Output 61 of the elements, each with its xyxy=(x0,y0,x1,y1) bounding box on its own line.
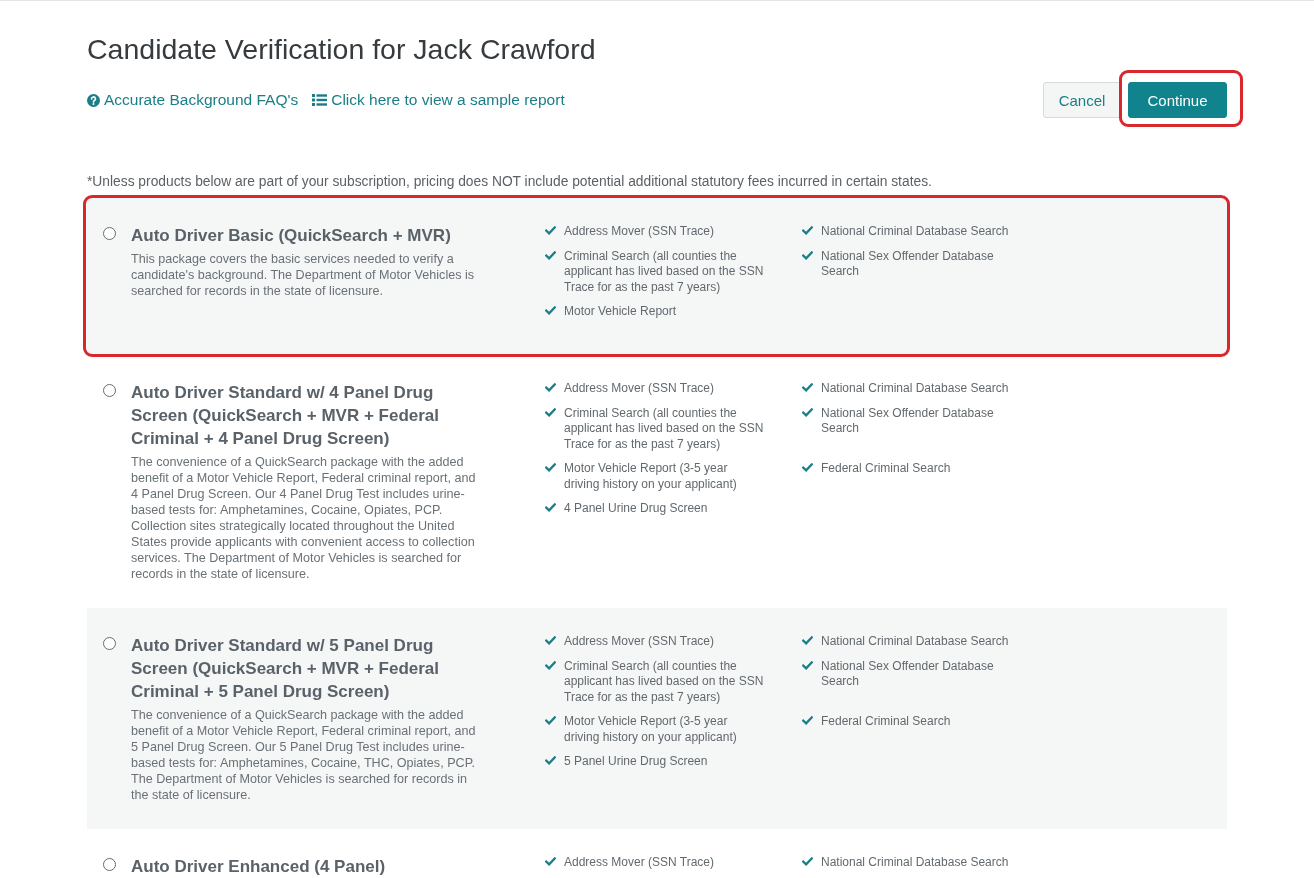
check-icon xyxy=(802,383,813,392)
check-icon xyxy=(545,857,556,866)
check-icon xyxy=(545,226,556,235)
check-icon xyxy=(545,250,556,260)
package-description: This package covers the basic services needed to verify a candidate's background. The Department of Motor Vehicles is searched for records in the state of licensure. xyxy=(131,251,476,299)
feature-label: National Sex Offender Database Search xyxy=(821,658,995,690)
check-icon xyxy=(545,306,556,315)
radio-button[interactable] xyxy=(103,858,116,871)
link[interactable]: Click here to view a sample report xyxy=(312,91,565,109)
pricing-note: *Unless products below are part of your subscription, pricing does NOT include potential additional statutory fees incurred in certain states. xyxy=(87,174,933,190)
feature-label: Criminal Search (all counties the applicant has lived based on the SSN Trace for as the past 7 years) xyxy=(564,405,764,452)
check-icon xyxy=(802,716,813,725)
package-description: The convenience of a QuickSearch package with the added benefit of a Motor Vehicle Report, Federal criminal report, and 4 Panel Drug Screen. Our 4 Panel Drug Test includes urine-based tests for: Amphetamines, Cocaine, Opiates, PCP. Collection sites strategically located throughout the United States provide applicants with convenient access to collection services. The Department of Motor Vehicles is searched for records in the state of licensure. xyxy=(131,454,477,582)
package-title: Auto Driver Standard w/ 5 Panel Drug Screen (QuickSearch + MVR + Federal Criminal + 5 Panel Drug Screen) xyxy=(131,635,441,703)
check-icon xyxy=(802,250,813,260)
check-icon xyxy=(802,636,813,645)
feature-label: National Sex Offender Database Search xyxy=(821,248,995,280)
package-title: Auto Driver Basic (QuickSearch + MVR) xyxy=(131,225,452,247)
check-icon xyxy=(545,660,556,670)
continue-button[interactable]: Continue xyxy=(1128,82,1227,118)
page-title: Candidate Verification for Jack Crawford xyxy=(87,32,597,66)
feature-label: 5 Panel Urine Drug Screen xyxy=(564,754,709,770)
list-icon xyxy=(312,94,328,106)
feature-label: 4 Panel Urine Drug Screen xyxy=(564,501,709,517)
feature-label: National Criminal Database Search xyxy=(821,855,1010,871)
check-icon xyxy=(802,660,813,670)
check-icon xyxy=(545,503,556,512)
feature-label: Federal Criminal Search xyxy=(821,714,952,730)
feature-label: National Criminal Database Search xyxy=(821,381,1010,397)
package-title: Auto Driver Standard w/ 4 Panel Drug Screen (QuickSearch + MVR + Federal Criminal + 4 Panel Drug Screen) xyxy=(131,382,441,450)
check-icon xyxy=(545,636,556,645)
package-title: Auto Driver Enhanced (4 Panel) xyxy=(131,856,387,878)
radio-button[interactable] xyxy=(103,637,116,650)
check-icon xyxy=(545,716,556,725)
feature-label: Address Mover (SSN Trace) xyxy=(564,381,716,397)
feature-label: Address Mover (SSN Trace) xyxy=(564,224,716,240)
check-icon xyxy=(545,463,556,472)
feature-label: Address Mover (SSN Trace) xyxy=(564,855,716,871)
check-icon xyxy=(802,463,813,472)
feature-label: National Criminal Database Search xyxy=(821,634,1010,650)
feature-label: National Criminal Database Search xyxy=(821,224,1010,240)
link[interactable]: Accurate Background FAQ's xyxy=(87,91,299,109)
radio-button[interactable] xyxy=(103,384,116,397)
check-icon xyxy=(802,857,813,866)
cancel-button[interactable]: Cancel xyxy=(1043,82,1121,118)
check-icon xyxy=(545,756,556,765)
check-icon xyxy=(545,407,556,417)
check-icon xyxy=(545,383,556,392)
feature-label: National Sex Offender Database Search xyxy=(821,405,995,437)
feature-label: Motor Vehicle Report (3-5 year driving history on your applicant) xyxy=(564,714,738,745)
check-icon xyxy=(802,226,813,235)
feature-label: Address Mover (SSN Trace) xyxy=(564,634,716,650)
feature-label: Criminal Search (all counties the applicant has lived based on the SSN Trace for as the past 7 years) xyxy=(564,248,764,295)
radio-button[interactable] xyxy=(103,227,116,240)
package-description: The convenience of a QuickSearch package with the added benefit of a Motor Vehicle Report, Federal criminal report, and 5 Panel Drug Screen. Our 5 Panel Drug Test includes urine-based tests for: Amphetamines, Cocaine, THC, Opiates, PCP. The Department of Motor Vehicles is searched for records in the state of licensure. xyxy=(131,707,477,803)
feature-label: Motor Vehicle Report xyxy=(564,304,678,320)
check-icon xyxy=(802,407,813,417)
feature-label: Motor Vehicle Report (3-5 year driving history on your applicant) xyxy=(564,461,738,492)
help-icon xyxy=(87,93,100,107)
feature-label: Criminal Search (all counties the applicant has lived based on the SSN Trace for as the past 7 years) xyxy=(564,658,764,705)
feature-label: Federal Criminal Search xyxy=(821,461,952,477)
